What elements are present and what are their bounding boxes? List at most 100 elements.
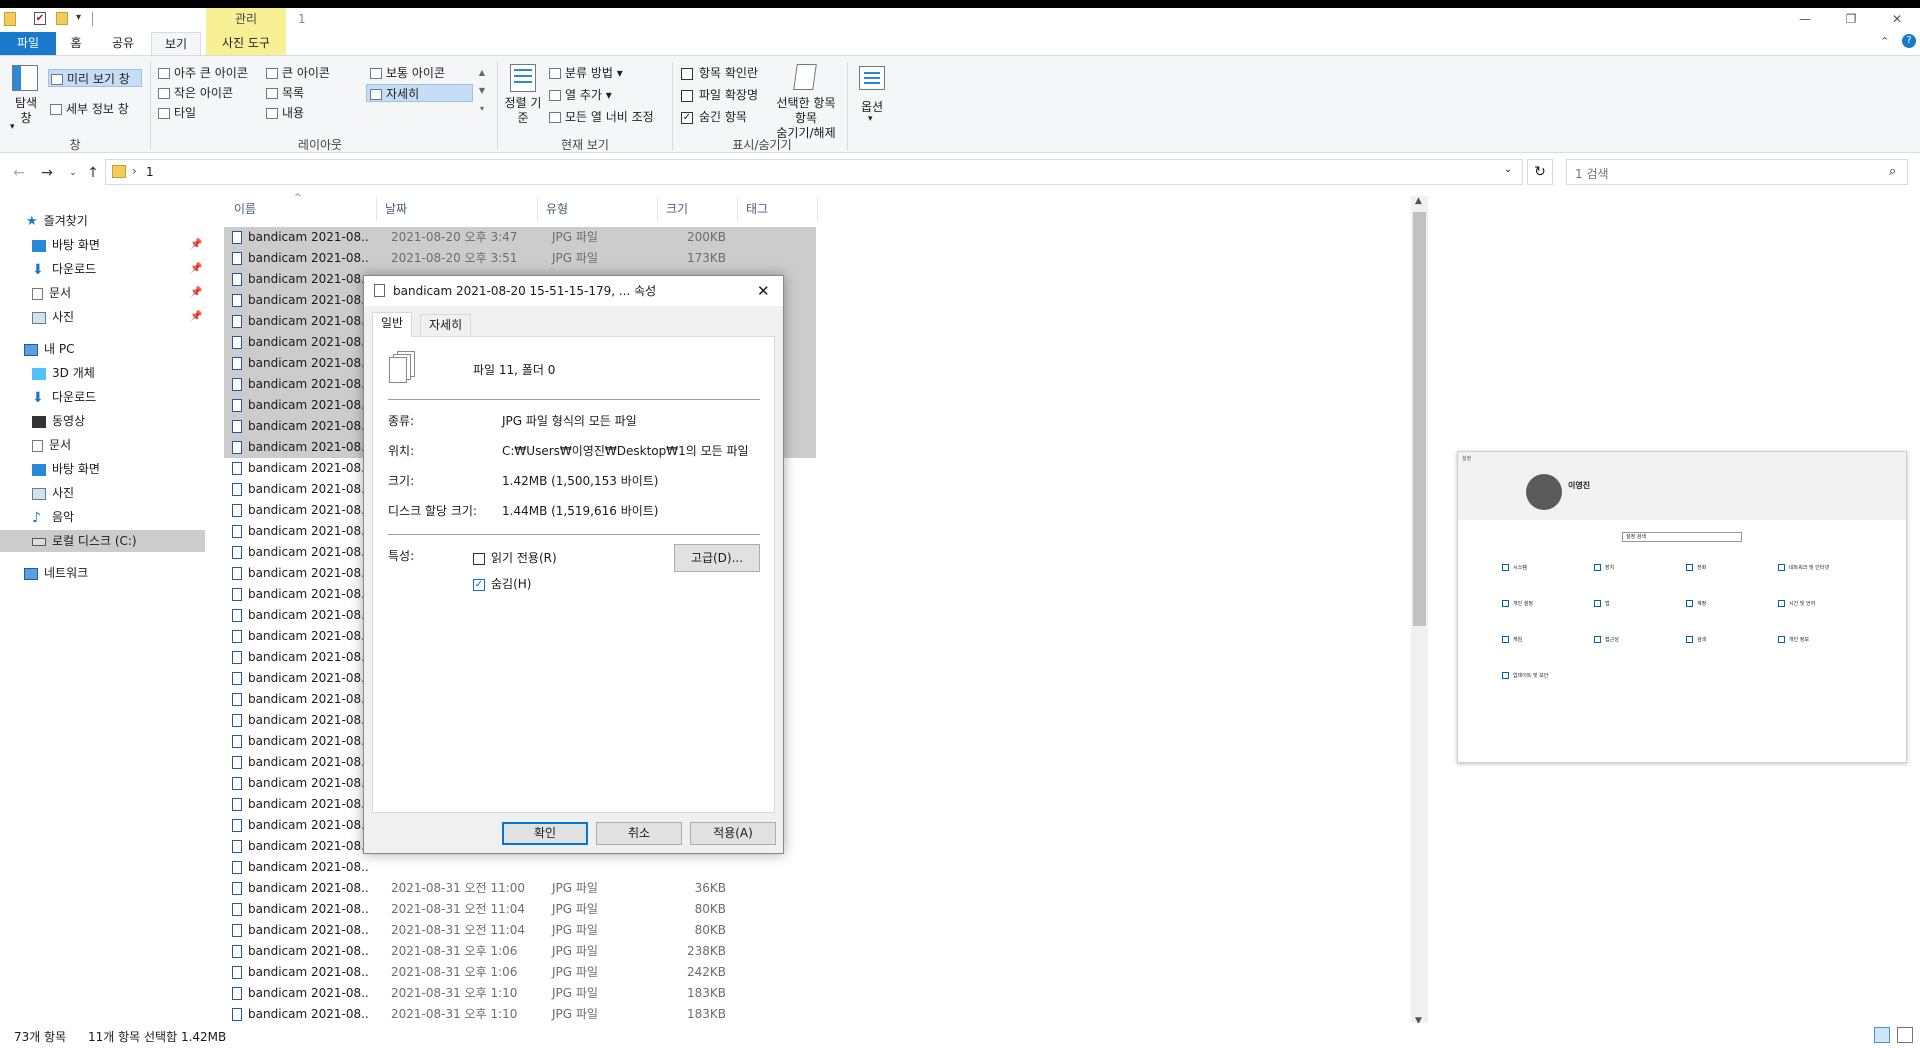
column-tag[interactable]: 태그 [738,197,818,221]
pin-icon[interactable]: 📌 [190,258,202,280]
search-box[interactable]: 1 검색 ⌕ [1566,159,1908,185]
checkbox[interactable] [681,67,693,80]
layout-content[interactable]: 내용 [266,104,304,122]
nav-pc-desktop[interactable]: 바탕 화면 [0,458,205,480]
fit-columns-button[interactable]: 모든 열 너비 조정 [549,108,654,126]
pin-icon[interactable]: 📌 [190,306,202,328]
add-columns-button[interactable]: 열 추가 ▾ [549,86,612,104]
close-icon[interactable]: ✕ [757,276,770,306]
nav-music[interactable]: ♪ 음악 [0,506,205,528]
tab-general[interactable]: 일반 [372,312,413,337]
table-row[interactable]: bandicam 2021-08... 2021-08-31 오후 1:10 JPG… [224,1004,816,1025]
breadcrumb[interactable]: 1 [146,165,154,179]
advanced-button[interactable]: 고급(D)... [674,544,760,572]
options-dropdown-icon[interactable]: ▾ [868,114,873,124]
refresh-icon[interactable]: ↻ [1527,159,1553,185]
tab-picture-tools[interactable]: 사진 도구 [206,32,286,55]
checkbox-checked[interactable]: ✓ [681,111,693,124]
nav-this-pc[interactable]: 내 PC [0,338,205,360]
tab-share[interactable]: 공유 [100,32,146,55]
hide-selected-button[interactable]: 선택한 항목 항목 숨기기/해제 [771,96,841,141]
checkbox[interactable] [473,552,485,565]
layout-large-icons[interactable]: 큰 아이콘 [266,64,330,82]
pin-icon[interactable]: 📌 [190,234,202,256]
nav-pane-dropdown-icon[interactable]: ▾ [10,122,15,132]
dialog-title-bar[interactable]: bandicam 2021-08-20 15-51-15-179, ... 속성… [364,276,783,306]
hidden-items-toggle[interactable]: ✓ 숨긴 항목 [681,108,747,126]
column-date[interactable]: 날짜 [377,197,538,221]
nav-pc-downloads[interactable]: ⬇ 다운로드 [0,386,205,408]
new-folder-icon[interactable] [56,12,68,25]
table-row[interactable]: bandicam 2021-08... 2021-08-31 오후 1:10 JPG… [224,983,816,1004]
large-icons-view-icon[interactable] [1897,1027,1913,1043]
maximize-button[interactable]: ❐ [1828,8,1874,30]
properties-icon[interactable]: ✔ [34,12,46,25]
scroll-up-icon[interactable]: ▲ [1415,196,1422,206]
apply-button[interactable]: 적용(A) [690,822,776,845]
item-checkboxes-toggle[interactable]: 항목 확인란 [681,64,758,82]
nav-desktop[interactable]: 바탕 화면 📌 [0,234,205,256]
table-row[interactable]: bandicam 2021-08... 2021-08-31 오전 11:04 JP… [224,920,816,941]
nav-pc-documents[interactable]: 문서 [0,434,205,456]
nav-pictures[interactable]: 사진 📌 [0,306,205,328]
layout-list[interactable]: 목록 [266,84,304,102]
table-row[interactable]: bandicam 2021-08... [224,857,816,878]
nav-downloads[interactable]: ⬇ 다운로드 📌 [0,258,205,280]
options-button[interactable]: 옵션 [856,98,888,115]
layout-tiles[interactable]: 타일 [158,104,196,122]
layout-details[interactable]: 자세히 [366,84,473,102]
column-size[interactable]: 크기 [658,197,738,221]
help-icon[interactable]: ? [1902,34,1916,48]
table-row[interactable]: bandicam 2021-08... 2021-08-20 오후 3:47 JPG… [224,227,816,248]
table-row[interactable]: bandicam 2021-08... 2021-08-31 오후 1:06 JPG… [224,941,816,962]
tab-view[interactable]: 보기 [151,32,201,56]
hide-selected-icon[interactable] [793,64,817,90]
nav-network[interactable]: 네트워크 [0,562,205,584]
tab-home[interactable]: 홈 [58,32,94,55]
layout-scroll-icon[interactable]: ▲ ▼ ▾ [476,64,488,124]
layout-medium-icons[interactable]: 보통 아이콘 [370,64,445,82]
search-input[interactable]: 1 검색 [1575,165,1609,182]
preview-pane-button[interactable]: 미리 보기 창 [48,69,142,87]
sort-icon[interactable] [510,64,536,92]
layout-extra-large-icons[interactable]: 아주 큰 아이콘 [158,64,248,82]
nav-pc-pictures[interactable]: 사진 [0,482,205,504]
nav-quick-access[interactable]: ★ 즐겨찾기 [0,210,205,232]
nav-videos[interactable]: 동영상 [0,410,205,432]
sort-by-button[interactable]: 정렬 기준 [504,96,542,126]
table-row[interactable]: bandicam 2021-08... 2021-08-20 오후 3:51 JPG… [224,248,816,269]
file-extensions-toggle[interactable]: 파일 확장명 [681,86,758,104]
minimize-button[interactable]: — [1782,8,1828,30]
table-row[interactable]: bandicam 2021-08... 2021-08-31 오전 11:00 JP… [224,878,816,899]
details-view-icon[interactable] [1874,1027,1890,1043]
collapse-ribbon-icon[interactable]: ⌃ [1880,35,1889,48]
layout-small-icons[interactable]: 작은 아이콘 [158,84,233,102]
ok-button[interactable]: 확인 [502,822,588,845]
nav-documents[interactable]: 문서 📌 [0,282,205,304]
nav-local-disk[interactable]: 로컬 디스크 (C:) [0,530,205,552]
back-icon[interactable]: ← [8,163,30,183]
scrollbar-thumb[interactable] [1413,212,1426,626]
search-icon[interactable]: ⌕ [1889,164,1896,179]
vertical-scrollbar[interactable]: ▲ ▼ [1411,196,1428,1031]
address-bar[interactable]: › 1 ⌄ [105,159,1523,185]
options-icon[interactable] [859,66,885,90]
readonly-checkbox[interactable]: 읽기 전용(R) [473,549,557,566]
column-name[interactable]: 이름 [226,197,377,221]
table-row[interactable]: bandicam 2021-08... 2021-08-31 오전 11:04 JP… [224,899,816,920]
checkbox-checked[interactable]: ✓ [473,578,485,591]
details-pane-button[interactable]: 세부 정보 창 [50,100,129,118]
recent-dropdown-icon[interactable]: ⌄ [62,163,84,183]
nav-3d-objects[interactable]: 3D 개체 [0,362,205,384]
navigation-pane-icon[interactable] [12,65,38,91]
close-window-button[interactable]: ✕ [1874,8,1920,30]
checkbox[interactable] [681,89,693,102]
cancel-button[interactable]: 취소 [596,822,682,845]
up-icon[interactable]: ↑ [82,163,104,183]
table-row[interactable]: bandicam 2021-08... 2021-08-31 오후 1:06 JPG… [224,962,816,983]
group-by-button[interactable]: 분류 방법 ▾ [549,64,623,82]
column-type[interactable]: 유형 [538,197,658,221]
hidden-checkbox[interactable]: ✓ 숨김(H) [473,575,531,592]
pin-icon[interactable]: 📌 [190,282,202,304]
forward-icon[interactable]: → [36,163,58,183]
